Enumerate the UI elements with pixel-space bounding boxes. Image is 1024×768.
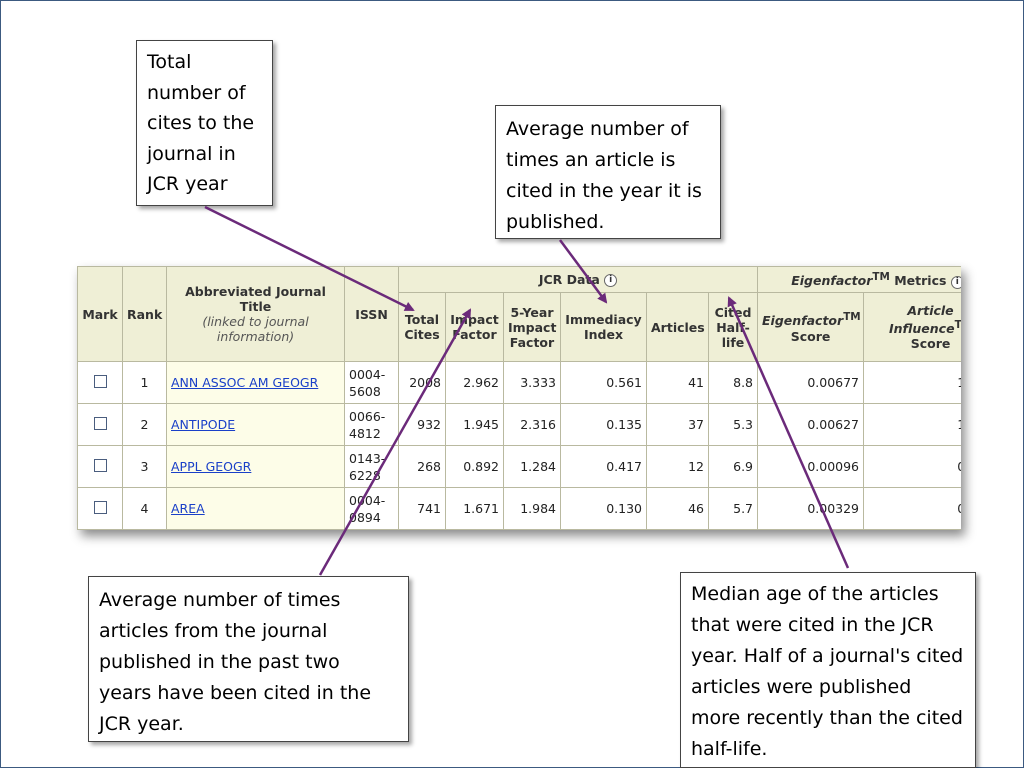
callout-immediacy-index: Average number of times an article is ci… (495, 105, 721, 239)
mark-cell (77, 445, 123, 488)
five-year-cell: 2.316 (503, 403, 561, 446)
mark-checkbox[interactable] (93, 416, 107, 430)
articles-cell: 46 (646, 487, 709, 530)
group-header-jcr-data: JCR Data i (397, 266, 759, 293)
eigenfactor-cell: 0.00096 (757, 445, 865, 488)
col-header-article-influence-score[interactable]: Article InfluenceTM Score (863, 292, 961, 362)
half-life-cell: 5.7 (707, 487, 759, 530)
mark-cell (77, 403, 123, 446)
impact-factor-cell: 2.962 (445, 361, 504, 404)
impact-factor-cell: 0.892 (445, 445, 504, 488)
table-row: 4 AREA 0004-0894 741 1.671 1.984 0.130 4… (77, 487, 961, 530)
immediacy-cell: 0.130 (560, 487, 647, 530)
table-group-header-row: Mark Rank Abbreviated Journal Title (lin… (77, 266, 961, 362)
callout-cited-half-life: Median age of the articles that were cit… (680, 572, 976, 768)
col-header-mark: Mark (77, 266, 123, 362)
col-header-eigenfactor-score[interactable]: EigenfactorTM Score (757, 292, 865, 362)
col-header-title[interactable]: Abbreviated Journal Title (linked to jou… (166, 266, 345, 362)
articles-cell: 37 (646, 403, 709, 446)
jcr-table: Mark Rank Abbreviated Journal Title (lin… (77, 266, 961, 530)
col-header-cited-half-life[interactable]: Cited Half-life (707, 292, 759, 362)
mark-checkbox[interactable] (93, 458, 107, 472)
journal-title-link[interactable]: AREA (171, 501, 205, 516)
col-header-issn: ISSN (344, 266, 399, 362)
mark-cell (77, 487, 123, 530)
issn-cell: 0143-6228 (344, 445, 399, 488)
article-influence-cell: 0.733 (863, 487, 961, 530)
journal-title-link[interactable]: ANN ASSOC AM GEOGR (171, 375, 318, 390)
five-year-cell: 1.284 (503, 445, 561, 488)
col-header-total-cites[interactable]: Total Cites (398, 292, 446, 362)
half-life-cell: 8.8 (707, 361, 759, 404)
title-cell: ANTIPODE (166, 403, 345, 446)
eigenfactor-cell: 0.00677 (757, 361, 865, 404)
issn-cell: 0066-4812 (344, 403, 399, 446)
jcr-table-panel: Mark Rank Abbreviated Journal Title (lin… (77, 266, 961, 530)
half-life-cell: 5.3 (707, 403, 759, 446)
mark-checkbox[interactable] (93, 374, 107, 388)
rank-cell: 3 (122, 445, 167, 488)
article-influence-cell: 0.470 (863, 445, 961, 488)
col-header-immediacy-index[interactable]: Immediacy Index (560, 292, 647, 362)
journal-title-link[interactable]: ANTIPODE (171, 417, 235, 432)
immediacy-cell: 0.417 (560, 445, 647, 488)
impact-factor-cell: 1.671 (445, 487, 504, 530)
journal-title-link[interactable]: APPL GEOGR (171, 459, 251, 474)
callout-impact-factor: Average number of times articles from th… (88, 576, 409, 742)
info-icon[interactable]: i (950, 275, 961, 289)
col-header-five-year-impact-factor[interactable]: 5-Year Impact Factor (503, 292, 561, 362)
five-year-cell: 3.333 (503, 361, 561, 404)
total-cites-cell: 268 (398, 445, 446, 488)
total-cites-cell: 932 (398, 403, 446, 446)
col-header-impact-factor[interactable]: Impact Factor (445, 292, 504, 362)
article-influence-cell: 1.002 (863, 403, 961, 446)
title-cell: APPL GEOGR (166, 445, 345, 488)
immediacy-cell: 0.135 (560, 403, 647, 446)
mark-cell (77, 361, 123, 404)
article-influence-cell: 1.386 (863, 361, 961, 404)
articles-cell: 41 (646, 361, 709, 404)
table-row: 3 APPL GEOGR 0143-6228 268 0.892 1.284 0… (77, 445, 961, 488)
eigenfactor-cell: 0.00329 (757, 487, 865, 530)
articles-cell: 12 (646, 445, 709, 488)
impact-factor-cell: 1.945 (445, 403, 504, 446)
total-cites-cell: 741 (398, 487, 446, 530)
info-icon[interactable]: i (604, 274, 618, 287)
group-header-eigenfactor: EigenfactorTM Metrics i (757, 266, 961, 293)
rank-cell: 2 (122, 403, 167, 446)
rank-cell: 1 (122, 361, 167, 404)
total-cites-cell: 2008 (398, 361, 446, 404)
mark-checkbox[interactable] (93, 500, 107, 514)
issn-cell: 0004-0894 (344, 487, 399, 530)
title-cell: AREA (166, 487, 345, 530)
title-cell: ANN ASSOC AM GEOGR (166, 361, 345, 404)
title-note: (linked to journal information) (202, 314, 309, 344)
col-header-rank[interactable]: Rank (122, 266, 167, 362)
issn-cell: 0004-5608 (344, 361, 399, 404)
callout-total-cites: Total number of cites to the journal in … (136, 40, 273, 206)
table-row: 2 ANTIPODE 0066-4812 932 1.945 2.316 0.1… (77, 403, 961, 446)
half-life-cell: 6.9 (707, 445, 759, 488)
rank-cell: 4 (122, 487, 167, 530)
table-row: 1 ANN ASSOC AM GEOGR 0004-5608 2008 2.96… (77, 361, 961, 404)
eigenfactor-cell: 0.00627 (757, 403, 865, 446)
col-header-articles[interactable]: Articles (646, 292, 709, 362)
immediacy-cell: 0.561 (560, 361, 647, 404)
five-year-cell: 1.984 (503, 487, 561, 530)
